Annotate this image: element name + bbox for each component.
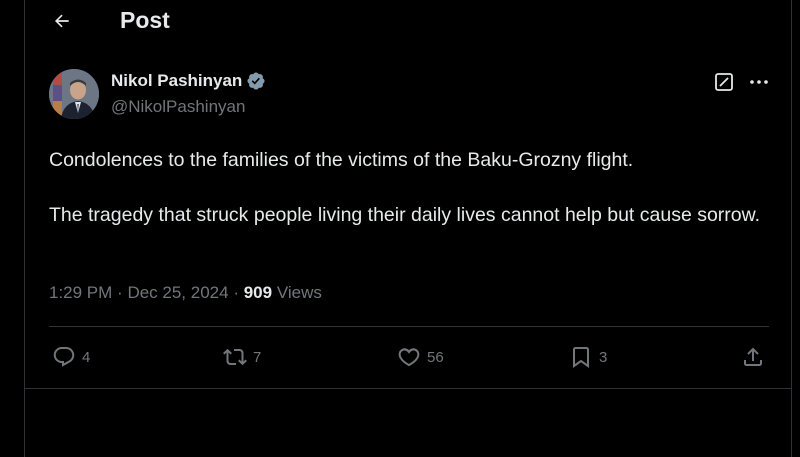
avatar[interactable]	[49, 69, 99, 119]
bookmark-button[interactable]: 3	[569, 341, 607, 373]
top-bar: Post	[25, 0, 791, 44]
grok-button[interactable]	[714, 72, 734, 92]
page-title: Post	[120, 7, 170, 33]
more-options-button[interactable]	[747, 70, 771, 94]
reply-count: 4	[82, 348, 91, 366]
verified-badge-icon	[247, 72, 265, 90]
post-column: Post Nikol Pashinyan @NikolPashinyan Con…	[24, 0, 792, 457]
author-name[interactable]: Nikol Pashinyan	[111, 71, 266, 91]
bookmark-count: 3	[599, 348, 608, 366]
post-paragraph: Condolences to the families of the victi…	[49, 149, 634, 171]
heart-icon	[398, 348, 420, 367]
separator-dot: ·	[117, 283, 128, 302]
arrow-left-icon	[55, 14, 69, 28]
action-bar: 4 7 56 3	[25, 341, 791, 373]
repost-icon	[223, 348, 247, 366]
more-horizontal-icon	[750, 80, 768, 84]
repost-button[interactable]: 7	[223, 341, 261, 373]
views-label: Views	[276, 283, 322, 302]
reply-icon	[53, 347, 75, 367]
like-button[interactable]: 56	[397, 341, 444, 373]
separator-dot: ·	[233, 283, 244, 302]
bookmark-icon	[573, 347, 589, 368]
like-count: 56	[427, 348, 444, 366]
reply-button[interactable]: 4	[52, 341, 90, 373]
grok-icon	[715, 73, 733, 91]
post-text: Condolences to the families of the victi…	[49, 146, 769, 229]
divider	[25, 388, 791, 389]
post-paragraph: The tragedy that struck people living th…	[49, 204, 761, 226]
share-icon	[744, 347, 762, 366]
post-time[interactable]: 1:29 PM	[49, 283, 112, 302]
post-date[interactable]: Dec 25, 2024	[127, 283, 228, 302]
author-name-text: Nikol Pashinyan	[111, 71, 243, 90]
divider	[49, 326, 769, 327]
repost-count: 7	[253, 348, 262, 366]
post-meta: 1:29 PM · Dec 25, 2024 · 909 Views	[49, 283, 322, 303]
author-handle[interactable]: @NikolPashinyan	[111, 97, 245, 117]
share-button[interactable]	[741, 341, 765, 373]
views-count: 909	[243, 283, 273, 302]
back-button[interactable]	[47, 6, 77, 36]
